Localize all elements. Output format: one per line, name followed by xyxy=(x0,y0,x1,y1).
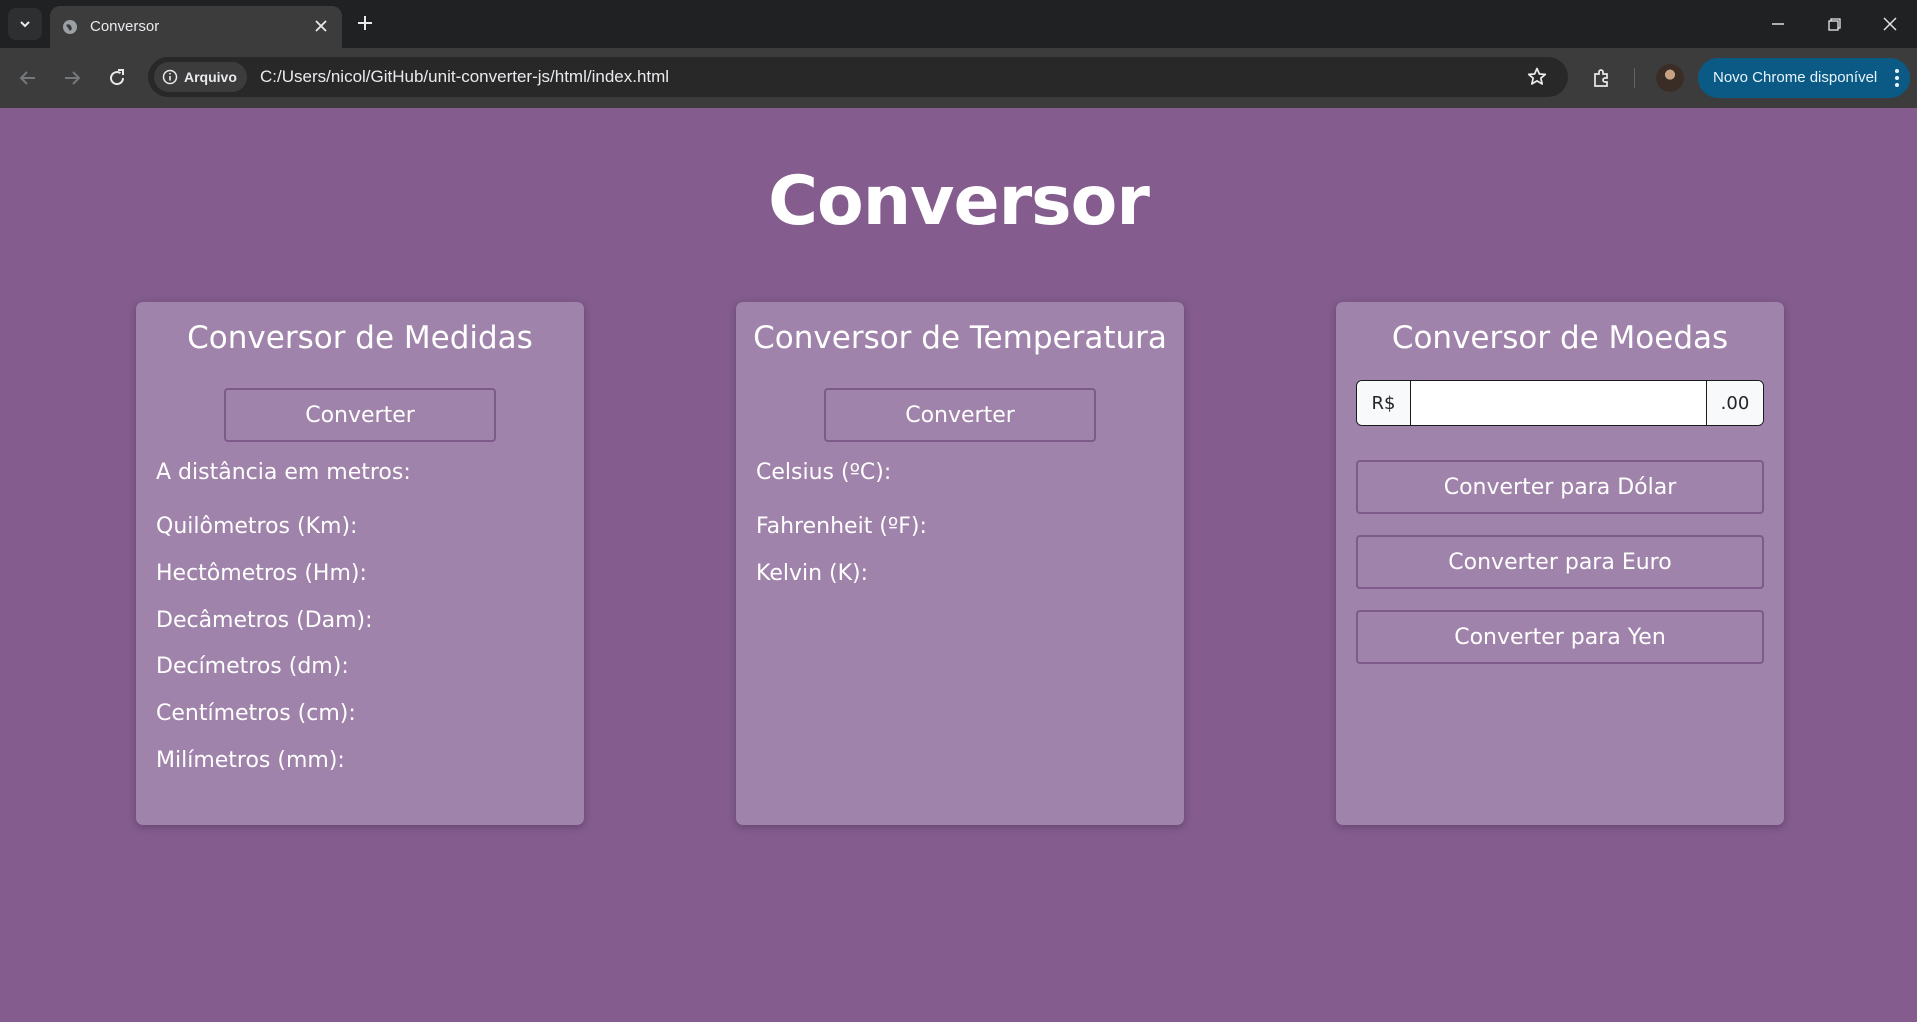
card-title-temperatura: Conversor de Temperatura xyxy=(753,320,1167,356)
bookmark-star-icon[interactable] xyxy=(1526,66,1548,88)
restore-icon[interactable] xyxy=(1822,12,1846,36)
card-title-moedas: Conversor de Moedas xyxy=(1391,320,1729,356)
convert-distance-button[interactable]: Converter xyxy=(224,388,496,442)
chevron-down-icon xyxy=(20,21,30,28)
toolbar-separator xyxy=(1634,68,1635,88)
close-window-icon[interactable] xyxy=(1878,12,1902,36)
page-title: Conversor xyxy=(768,162,1150,241)
site-chip-label: Arquivo xyxy=(184,69,237,85)
card-title-medidas: Conversor de Medidas xyxy=(187,320,533,356)
tab-title: Conversor xyxy=(90,18,160,35)
info-icon xyxy=(162,69,178,85)
profile-avatar[interactable] xyxy=(1656,64,1684,92)
currency-input-group: R$ .00 xyxy=(1356,380,1764,426)
more-menu-icon[interactable] xyxy=(1894,68,1900,88)
page-body: Conversor Conversor de Medidas Converter… xyxy=(0,108,1917,1022)
result-hm: Hectômetros (Hm): xyxy=(156,561,367,586)
result-celsius: Celsius (ºC): xyxy=(756,460,892,485)
convert-euro-button[interactable]: Converter para Euro xyxy=(1356,535,1764,589)
convert-temperature-button[interactable]: Converter xyxy=(824,388,1096,442)
extensions-icon[interactable] xyxy=(1590,66,1614,90)
address-bar[interactable]: Arquivo C:/Users/nicol/GitHub/unit-conve… xyxy=(148,57,1568,97)
chrome-update-button[interactable]: Novo Chrome disponível xyxy=(1698,58,1910,98)
minimize-icon[interactable] xyxy=(1766,12,1790,36)
result-kelvin: Kelvin (K): xyxy=(756,561,869,586)
result-dm: Decímetros (dm): xyxy=(156,654,349,679)
result-fahrenheit: Fahrenheit (ºF): xyxy=(756,514,927,539)
result-mm: Milímetros (mm): xyxy=(156,748,345,773)
card-medidas: Conversor de Medidas Converter A distânc… xyxy=(136,302,584,825)
card-moedas: Conversor de Moedas R$ .00 Converter par… xyxy=(1336,302,1784,825)
close-tab-icon[interactable] xyxy=(312,17,330,35)
result-dam: Decâmetros (Dam): xyxy=(156,608,373,633)
browser-tab-strip: Conversor xyxy=(0,0,1917,48)
card-temperatura: Conversor de Temperatura Converter Celsi… xyxy=(736,302,1184,825)
distance-intro: A distância em metros: xyxy=(156,460,411,485)
back-icon[interactable] xyxy=(16,66,40,90)
update-label: Novo Chrome disponível xyxy=(1713,69,1878,86)
convert-dollar-button[interactable]: Converter para Dólar xyxy=(1356,460,1764,514)
globe-icon xyxy=(63,20,77,34)
tab-search-button[interactable] xyxy=(8,8,42,40)
currency-amount-input[interactable] xyxy=(1410,381,1707,425)
browser-toolbar: Arquivo C:/Users/nicol/GitHub/unit-conve… xyxy=(0,48,1917,108)
reload-icon[interactable] xyxy=(105,66,129,90)
url-text[interactable]: C:/Users/nicol/GitHub/unit-converter-js/… xyxy=(260,67,669,87)
result-km: Quilômetros (Km): xyxy=(156,514,358,539)
currency-prefix: R$ xyxy=(1357,381,1410,425)
browser-tab[interactable]: Conversor xyxy=(50,6,342,48)
result-cm: Centímetros (cm): xyxy=(156,701,356,726)
new-tab-icon[interactable] xyxy=(354,12,376,34)
forward-icon[interactable] xyxy=(60,66,84,90)
convert-yen-button[interactable]: Converter para Yen xyxy=(1356,610,1764,664)
currency-suffix: .00 xyxy=(1707,381,1763,425)
site-info-chip[interactable]: Arquivo xyxy=(154,62,247,92)
